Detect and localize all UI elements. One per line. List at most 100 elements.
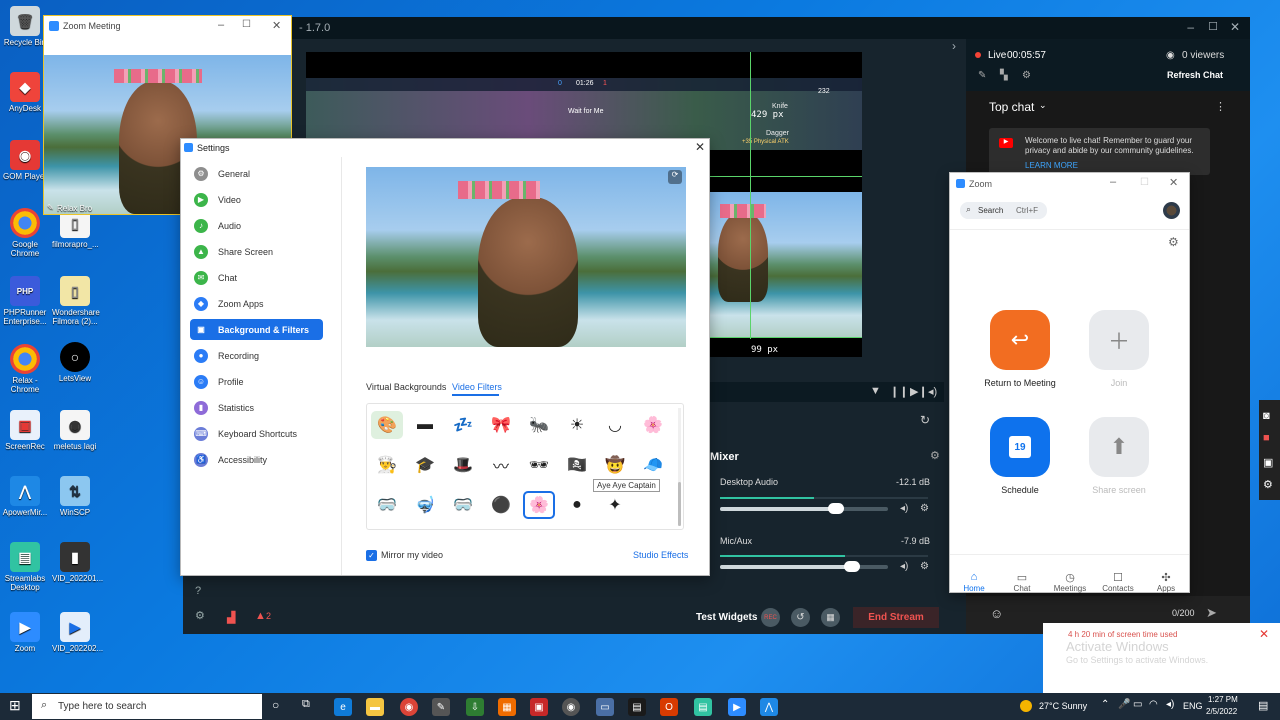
settings-nav-item[interactable]: ⌨ Keyboard Shortcuts (190, 423, 323, 444)
desktop-icon-phprunner[interactable]: PHP PHPRunner Enterprise... (2, 276, 48, 326)
volume-slider[interactable] (720, 503, 888, 514)
scrollbar[interactable] (678, 482, 681, 526)
refresh-chat-button[interactable]: Refresh Chat (1167, 70, 1223, 80)
top-chat-dropdown[interactable]: Top chat (989, 100, 1034, 114)
gom-taskbar-icon[interactable]: ◉ (562, 698, 580, 716)
download-icon[interactable]: ⇩ (466, 698, 484, 716)
screenrec-taskbar-icon[interactable]: ▣ (530, 698, 548, 716)
weather[interactable]: 27°C Sunny (1039, 701, 1087, 711)
chevron-right-icon[interactable]: › (952, 39, 956, 53)
tab-video-filters[interactable]: Video Filters (452, 382, 502, 392)
send-icon[interactable]: ➤ (1206, 605, 1217, 621)
share-screen-button[interactable]: ⬆ (1089, 417, 1149, 477)
chevron-down-icon[interactable]: ⌄ (1039, 100, 1047, 111)
rotate-icon[interactable]: ⟳ (668, 170, 682, 184)
volume-icon[interactable]: ◂) (1166, 699, 1174, 710)
filter-option[interactable]: 👨‍🍳 (371, 451, 403, 479)
studio-effects-link[interactable]: Studio Effects (633, 550, 688, 560)
battery-icon[interactable]: ▭ (1133, 699, 1142, 710)
filter-option[interactable]: ▬ (409, 411, 441, 439)
slider-handle[interactable] (828, 503, 844, 514)
record-button[interactable]: REC (761, 608, 780, 627)
streamlabs-taskbar-icon[interactable]: ▤ (694, 698, 712, 716)
test-widgets-button[interactable]: Test Widgets (696, 612, 757, 623)
end-stream-button[interactable]: End Stream (853, 607, 939, 628)
skip-icon[interactable]: ▶❙ (910, 385, 928, 398)
filter-option[interactable]: 🕶 (523, 451, 555, 479)
filter-option[interactable]: 🎨 (371, 411, 403, 439)
close-icon[interactable]: ✕ (1259, 627, 1269, 641)
pause-icon[interactable]: ❙❙ (890, 385, 908, 398)
desktop-icon-apowermirror[interactable]: ⋀ ApowerMir... (2, 476, 48, 517)
more-icon[interactable]: ⋮ (1215, 100, 1226, 113)
desktop-icon-vid1[interactable]: ▮ VID_202201... (52, 542, 103, 583)
tab-virtual-backgrounds[interactable]: Virtual Backgrounds (366, 382, 446, 392)
filter-option[interactable]: 🎩 (447, 451, 479, 479)
desktop-icon-gom[interactable]: ◉ GOM Player (2, 140, 48, 181)
nav-contacts[interactable]: ☐ Contacts (1094, 571, 1142, 593)
filter-option[interactable]: 🐜 (523, 411, 555, 439)
clock-date[interactable]: 2/5/2022 (1206, 707, 1237, 716)
filter-option[interactable]: ⚫ (485, 491, 517, 519)
clock-time[interactable]: 1:27 PM (1208, 695, 1238, 704)
remote-icon[interactable]: ▭ (596, 698, 614, 716)
maximize-icon[interactable]: ☐ (1208, 20, 1218, 33)
file-explorer-icon[interactable]: ▬ (366, 698, 384, 716)
settings-nav-item[interactable]: ☺ Profile (190, 371, 323, 392)
edit-icon[interactable]: ✎ (978, 70, 986, 81)
desktop-icon-chrome[interactable]: Google Chrome (2, 208, 48, 258)
office-icon[interactable]: O (660, 698, 678, 716)
volume-slider[interactable] (720, 561, 888, 572)
nav-meetings[interactable]: ◷ Meetings (1046, 571, 1094, 593)
apps-grid-icon[interactable]: ▤ (628, 698, 646, 716)
filter-option[interactable]: 🧢 (637, 451, 669, 479)
performance-icon[interactable]: ▟ (227, 611, 235, 624)
calendar-icon[interactable]: ▦ (821, 608, 840, 627)
desktop-icon-screenrec[interactable]: ▣ ScreenRec (2, 410, 48, 451)
settings-nav-item[interactable]: ◆ Zoom Apps (190, 293, 323, 314)
chrome-taskbar-icon[interactable]: ◉ (400, 698, 418, 716)
filter-option[interactable]: 🥽 (371, 491, 403, 519)
filter-option[interactable]: 🎓 (409, 451, 441, 479)
desktop-icon-zoom[interactable]: ▶ Zoom (2, 612, 48, 653)
avatar[interactable] (1163, 202, 1180, 219)
maximize-icon[interactable]: ☐ (1140, 177, 1149, 188)
settings-nav-item[interactable]: ● Recording (190, 345, 323, 366)
desktop-icon-meletus[interactable]: ◉ meletus lagi (52, 410, 98, 451)
cortana-icon[interactable]: ○ (272, 698, 279, 712)
record-video-icon[interactable]: ■ (1263, 432, 1270, 444)
filter-option[interactable]: ☀ (561, 411, 593, 439)
gear-icon[interactable]: ⚙ (920, 561, 929, 572)
minimize-icon[interactable]: – (1187, 20, 1194, 34)
dashboard-icon[interactable]: ▚ (1000, 70, 1008, 81)
desktop-icon-streamlabs[interactable]: ▤ Streamlabs Desktop (2, 542, 48, 592)
filter-option[interactable]: 🌸 (637, 411, 669, 439)
filter-option[interactable]: ● (561, 491, 593, 519)
camera-icon[interactable]: ◙ (1263, 410, 1270, 422)
maximize-icon[interactable]: ☐ (242, 19, 251, 30)
desktop-icon-recycle-bin[interactable]: 🗑 Recycle Bin (2, 6, 48, 47)
network-icon[interactable]: ◠ (1149, 699, 1158, 710)
filter-option[interactable]: 🌸 (523, 491, 555, 519)
close-icon[interactable]: ✕ (272, 19, 281, 32)
return-to-meeting-button[interactable]: ↩ (990, 310, 1050, 370)
nav-apps[interactable]: ✣ Apps (1142, 571, 1190, 593)
speaker-icon[interactable]: ◂) (900, 503, 908, 514)
webcam-source[interactable] (710, 192, 862, 337)
settings-nav-item[interactable]: ▮ Statistics (190, 397, 323, 418)
mirror-checkbox[interactable]: ✓ (366, 550, 377, 561)
filter-option[interactable]: 〰 (485, 451, 517, 479)
settings-nav-item[interactable]: ♪ Audio (190, 215, 323, 236)
close-icon[interactable]: ✕ (695, 140, 705, 154)
filter-option[interactable]: 🎀 (485, 411, 517, 439)
minimize-icon[interactable]: – (1110, 176, 1116, 188)
windows-start-icon[interactable]: ⊞ (9, 697, 21, 714)
gear-icon[interactable]: ⚙ (1168, 235, 1179, 249)
desktop-icon-anydesk[interactable]: ◆ AnyDesk (2, 72, 48, 113)
microphone-icon[interactable]: 🎤 (1118, 699, 1130, 710)
filter-option[interactable]: ✦ (599, 491, 631, 519)
minimize-icon[interactable]: – (218, 19, 224, 31)
filter-option[interactable]: 🤿 (409, 491, 441, 519)
settings-nav-item[interactable]: ▲ Share Screen (190, 241, 323, 262)
nav-chat[interactable]: ▭ Chat (998, 571, 1046, 593)
